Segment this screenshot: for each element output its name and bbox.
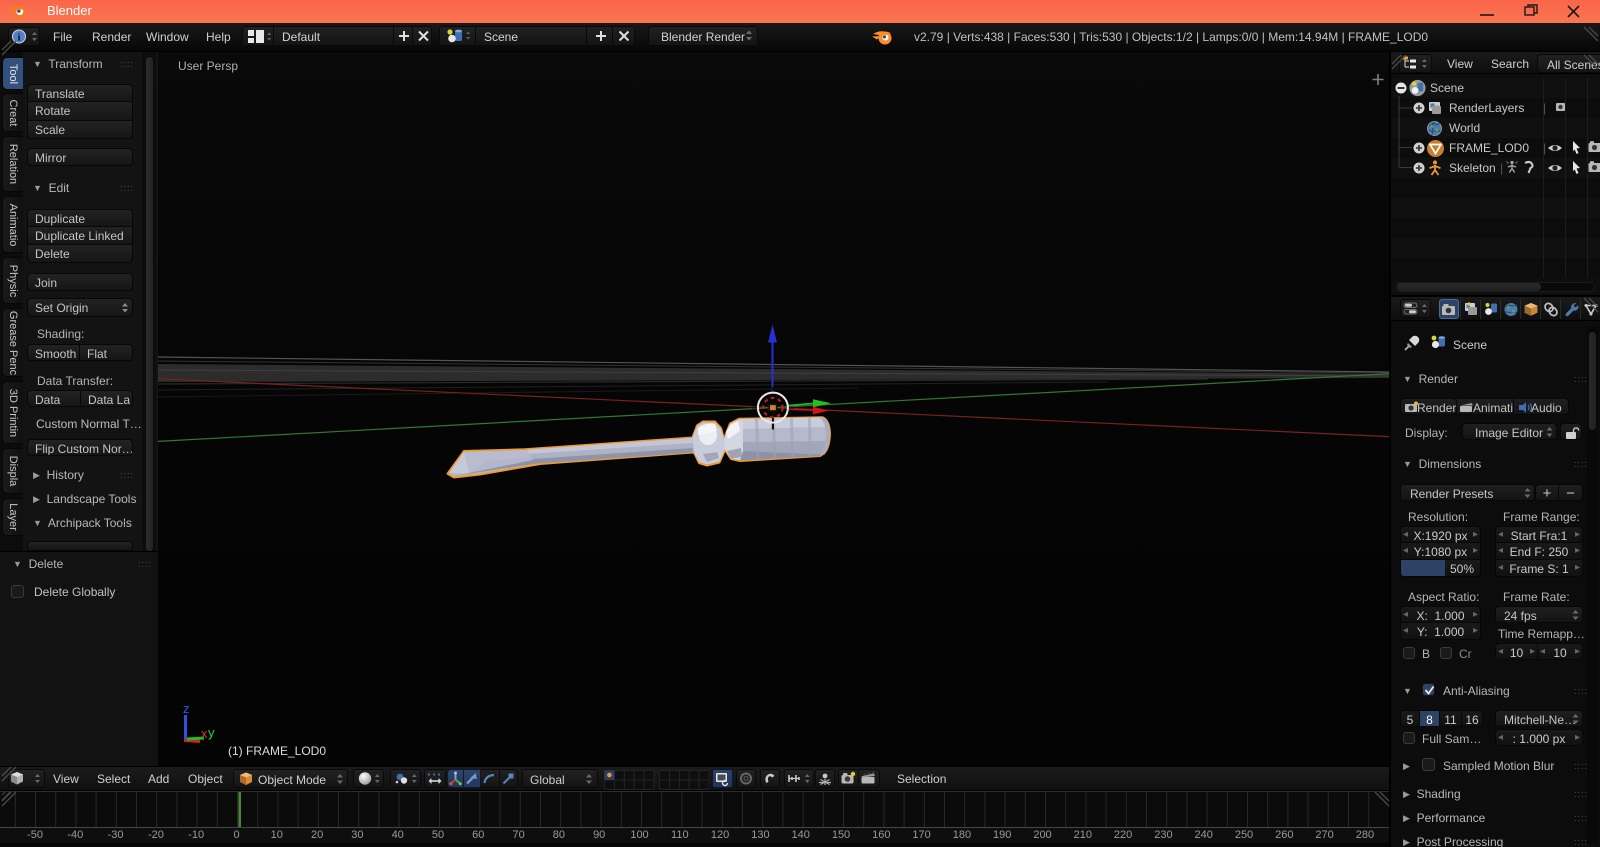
svg-text:y: y [208, 725, 215, 740]
svg-text:x: x [201, 726, 208, 741]
svg-text:z: z [183, 701, 190, 716]
svg-text:(1) FRAME_LOD0: (1) FRAME_LOD0 [228, 744, 326, 758]
svg-text:i: i [17, 32, 20, 44]
svg-text:User Persp: User Persp [178, 59, 238, 73]
